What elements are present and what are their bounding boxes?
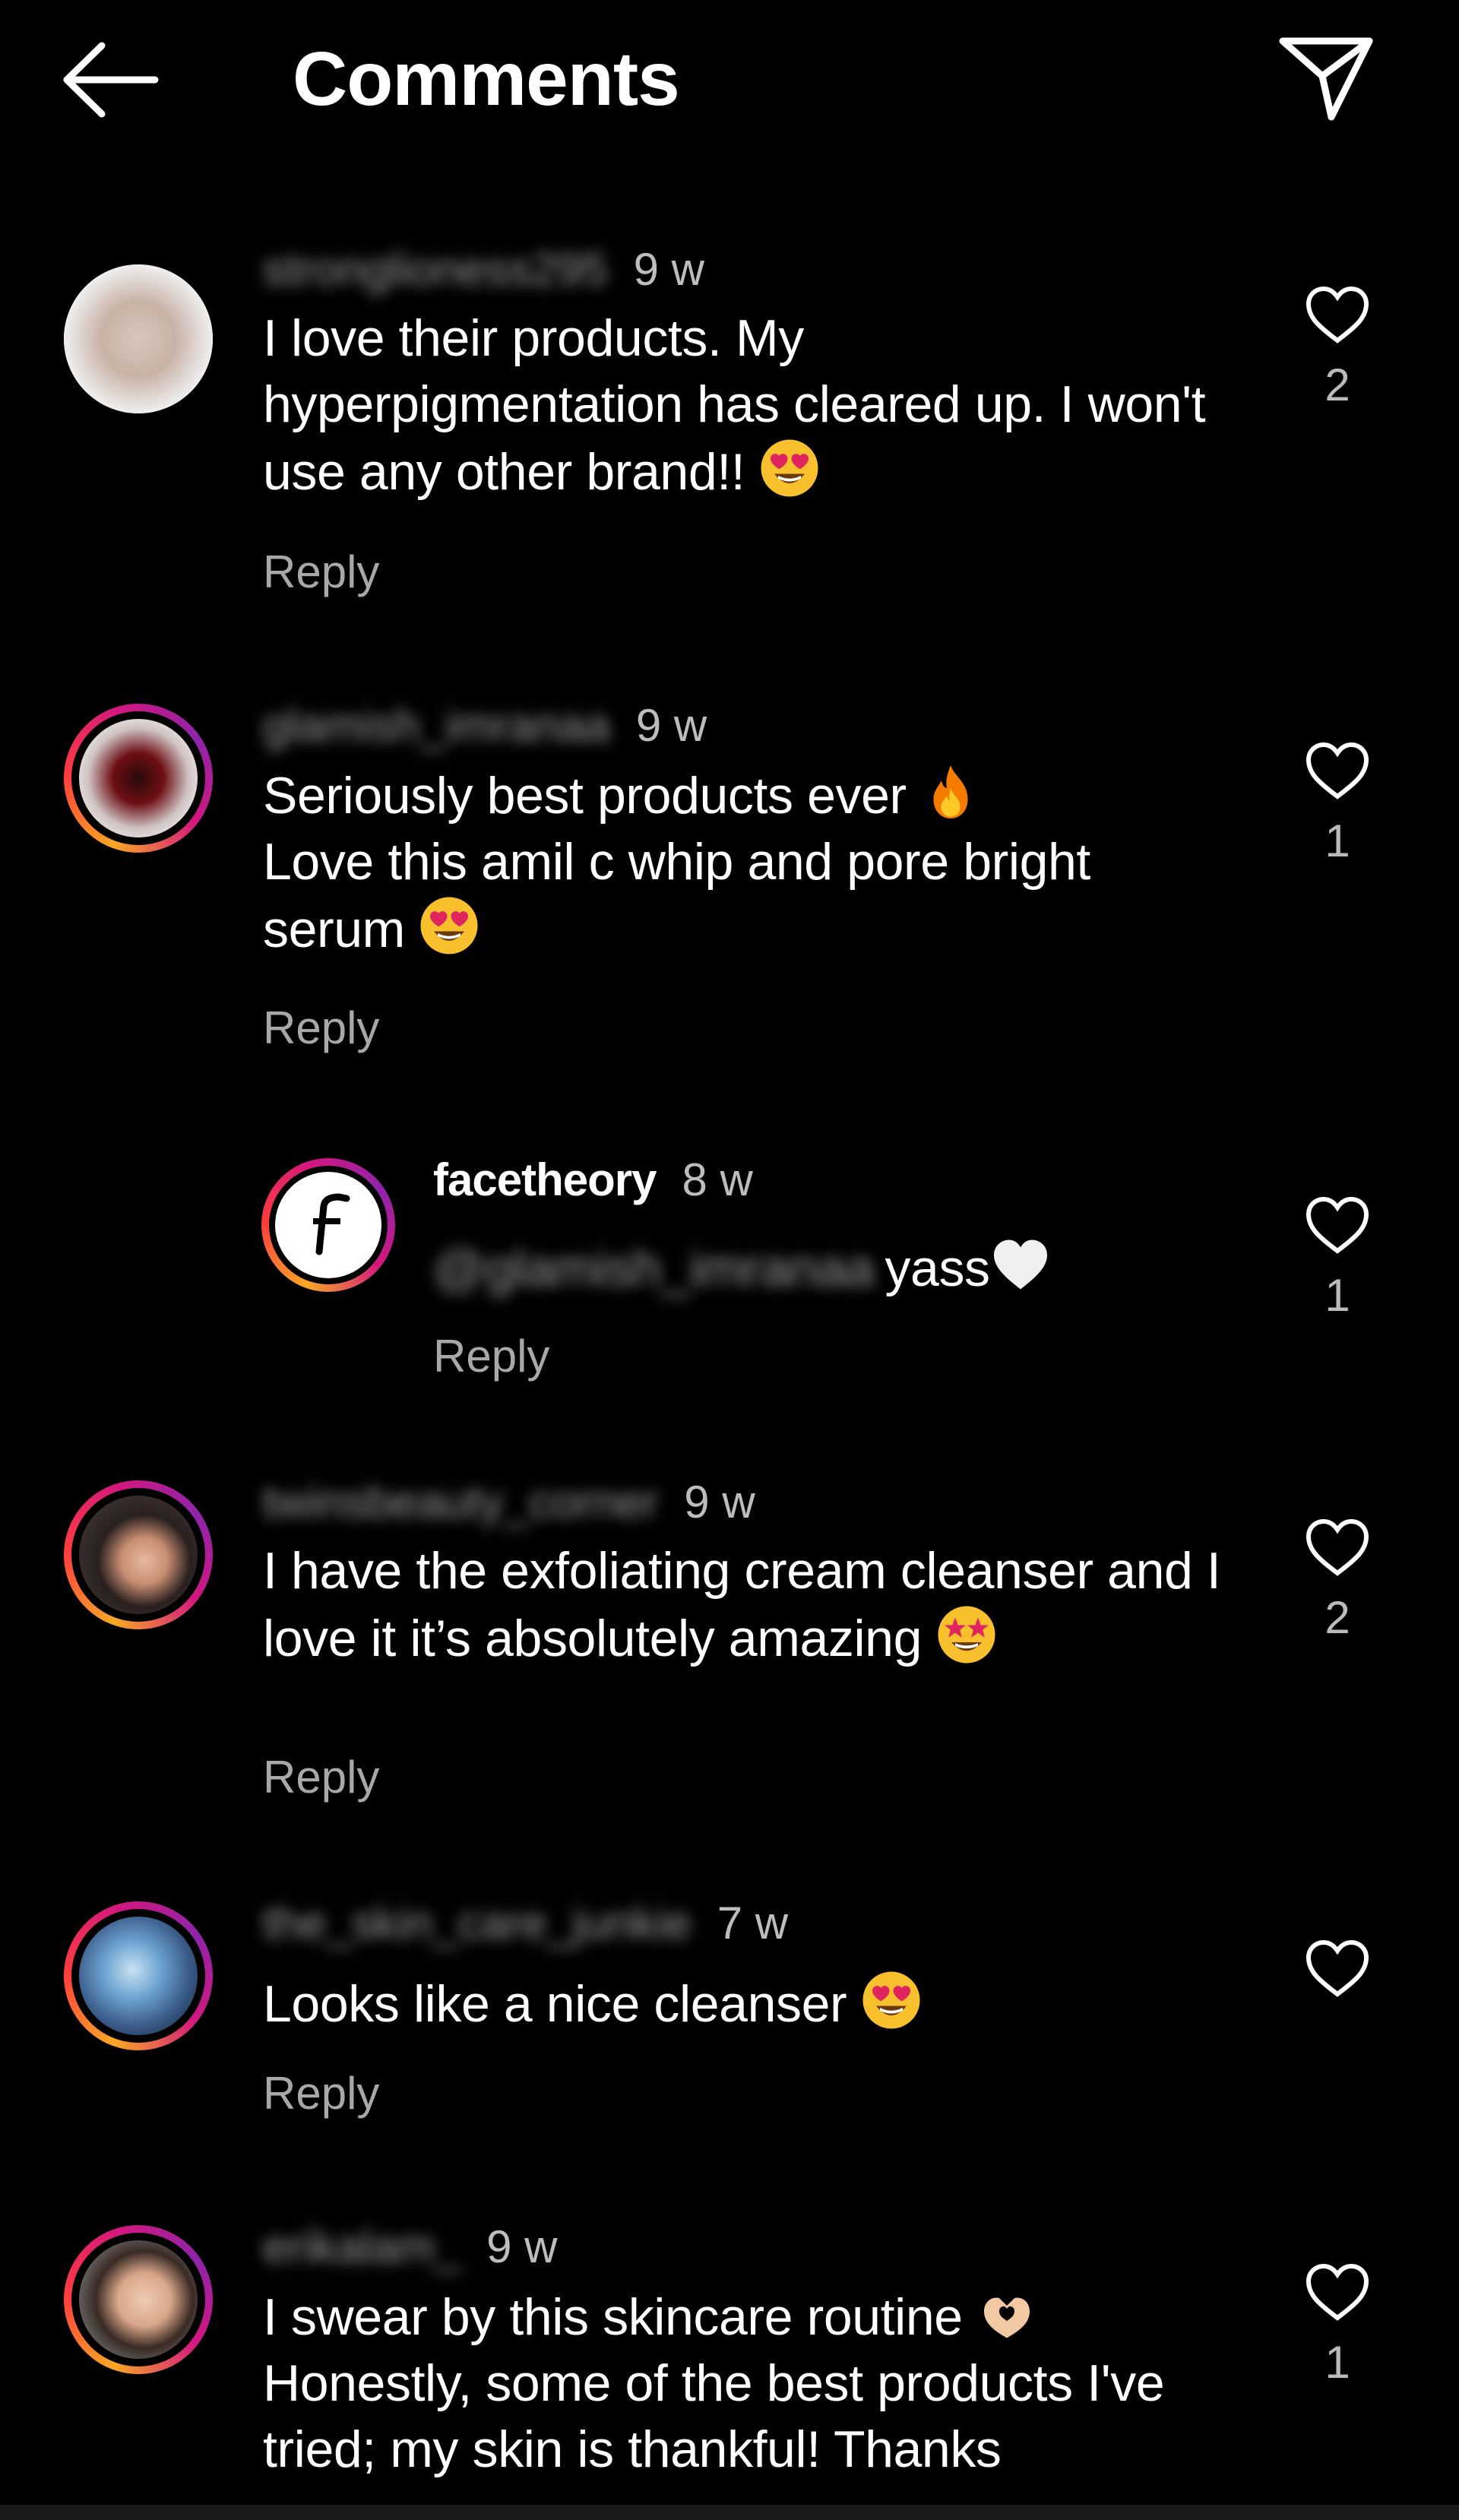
heart-icon[interactable] [1304, 1938, 1371, 1999]
comment-body: Looks like a nice cleanser [263, 1975, 847, 2033]
timestamp: 9 w [684, 1476, 755, 1528]
timestamp: 9 w [486, 2221, 558, 2272]
header-bar: Comments [0, 0, 1459, 152]
like-group: 2 [1292, 284, 1383, 411]
comment-text: Looks like a nice cleanser [263, 1970, 1236, 2037]
comment-meta: twinsbeauty_corner 9 w [263, 1474, 755, 1529]
comment-body-line2: Love this amil c whip and pore bright se… [263, 833, 1090, 958]
like-group: 1 [1292, 2262, 1383, 2389]
comment-body: I love their products. My hyperpigmentat… [263, 309, 1206, 501]
like-count: 2 [1324, 1592, 1350, 1643]
comment-meta: erikalam_ 9 w [263, 2219, 557, 2274]
comment-body-line1: I swear by this skincare routine [263, 2288, 963, 2346]
like-group: 1 [1292, 1195, 1383, 1322]
heart-icon[interactable] [1304, 1517, 1371, 1578]
comment-body-line2: Honestly, some of the best products I've… [263, 2354, 1165, 2478]
username[interactable]: the_skin_care_junkie [263, 1897, 692, 1949]
username[interactable]: twinsbeauty_corner [263, 1476, 658, 1528]
like-group: 2 [1292, 1517, 1383, 1644]
like-count: 2 [1324, 359, 1350, 410]
comment-text: I love their products. My hyperpigmentat… [263, 306, 1236, 505]
star-struck-emoji [936, 1604, 997, 1665]
heart-icon[interactable] [1304, 284, 1371, 345]
heart-icon[interactable] [1304, 2262, 1371, 2322]
comment-meta: glamish_imranaa 9 w [263, 698, 707, 752]
like-group: 1 [1292, 740, 1383, 867]
heart-eyes-emoji [861, 1970, 922, 2031]
like-count: 1 [1324, 815, 1350, 866]
avatar[interactable] [64, 264, 213, 413]
comment-meta: the_skin_care_junkie 7 w [263, 1895, 788, 1950]
heart-eyes-emoji [759, 438, 820, 499]
timestamp: 7 w [717, 1897, 789, 1949]
comment-text: I swear by this skincare routine Honestl… [263, 2283, 1236, 2505]
reply-button[interactable]: Reply [263, 1751, 379, 1803]
reply-button[interactable]: Reply [263, 1002, 379, 1054]
avatar[interactable] [64, 1901, 213, 2050]
comment-meta: facetheory 8 w [433, 1152, 753, 1207]
heart-hands-emoji [976, 2283, 1037, 2344]
comment-text: I have the exfoliating cream cleanser an… [263, 1538, 1236, 1672]
like-count: 1 [1324, 2337, 1350, 2388]
fire-emoji [920, 761, 981, 822]
reply-button[interactable]: Reply [263, 546, 379, 598]
username[interactable]: stronglioness295 [263, 243, 608, 296]
like-group [1292, 1938, 1383, 2012]
page-title: Comments [293, 36, 680, 122]
avatar[interactable] [64, 704, 213, 853]
arrow-left-icon [63, 42, 159, 118]
bottom-divider [0, 2505, 1459, 2520]
paper-plane-icon [1279, 37, 1373, 121]
comment-text: Seriously best products ever Love this a… [263, 761, 1236, 963]
timestamp: 9 w [633, 243, 705, 295]
comment-body: yass [885, 1239, 990, 1297]
heart-icon[interactable] [1304, 740, 1371, 801]
avatar[interactable] [261, 1158, 395, 1292]
avatar[interactable] [64, 2225, 213, 2374]
share-button[interactable] [1277, 30, 1375, 129]
timestamp: 8 w [682, 1154, 753, 1205]
comment-meta: stronglioness295 9 w [263, 242, 704, 296]
username[interactable]: erikalam_ [263, 2221, 460, 2273]
username[interactable]: facetheory [433, 1154, 657, 1206]
comment-body-line1: Seriously best products ever [263, 767, 907, 825]
username[interactable]: glamish_imranaa [263, 699, 610, 752]
reply-button[interactable]: Reply [263, 2067, 379, 2120]
facetheory-logo-icon [313, 1193, 350, 1255]
comment-body: I have the exfoliating cream cleanser an… [263, 1542, 1221, 1667]
back-button[interactable] [62, 38, 161, 122]
mention-link[interactable]: @glamish_imranaa [433, 1239, 875, 1297]
heart-eyes-emoji [419, 895, 479, 956]
reply-button[interactable]: Reply [433, 1330, 549, 1382]
like-count: 1 [1324, 1270, 1350, 1321]
avatar[interactable] [64, 1480, 213, 1629]
heart-icon[interactable] [1304, 1195, 1371, 1255]
white-heart-emoji [990, 1234, 1051, 1295]
comment-text: @glamish_imranaa yass [433, 1234, 1239, 1302]
timestamp: 9 w [635, 699, 707, 751]
